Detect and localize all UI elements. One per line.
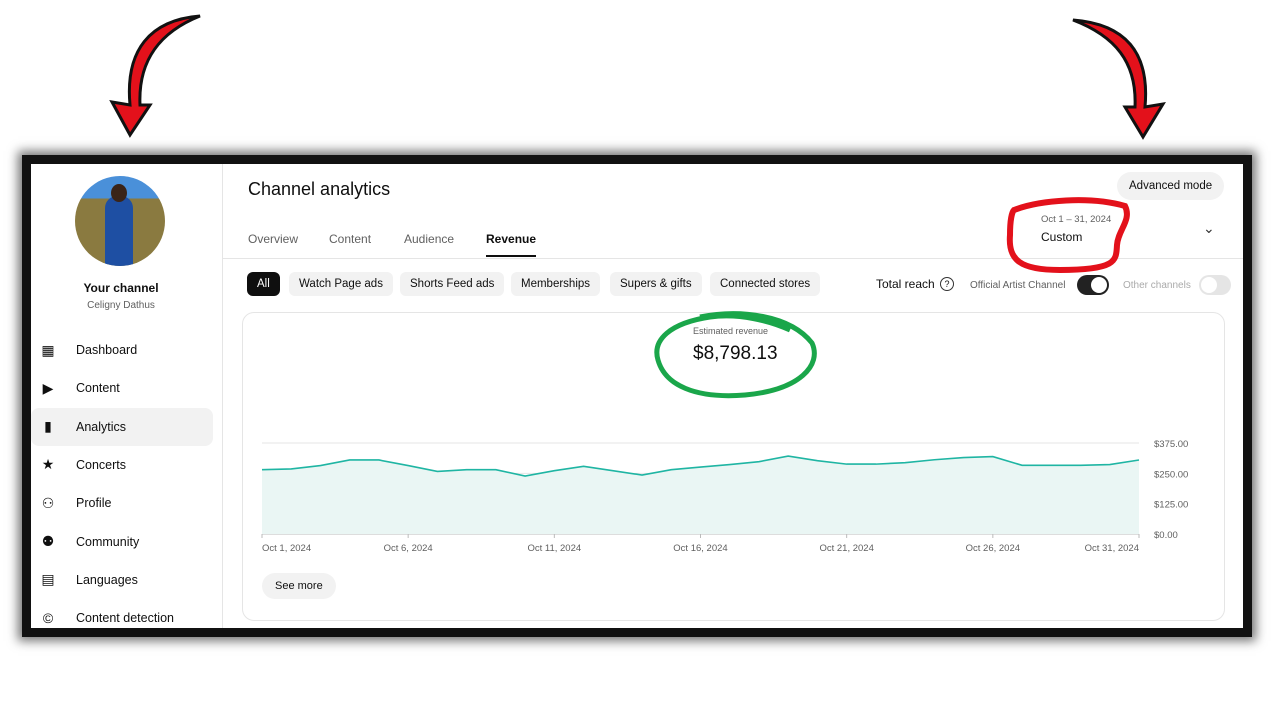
sidebar-item-label: Concerts xyxy=(76,457,127,472)
filter-chip[interactable]: Connected stores xyxy=(710,272,821,296)
avatar[interactable] xyxy=(75,176,165,266)
dashboard-icon: ▦ xyxy=(41,341,55,358)
x-tick-label: Oct 1, 2024 xyxy=(262,543,311,554)
y-tick-label: $125.00 xyxy=(1154,500,1188,511)
help-icon[interactable]: ? xyxy=(940,277,954,291)
revenue-chart: $375.00 $250.00 $125.00 $0.00 Oct 1, 2024 Oct… xyxy=(261,439,1188,554)
sidebar: Your channel Celigny Dathus ▦ Dashboard ▶ C… xyxy=(31,164,223,628)
x-tick-label: Oct 26, 2024 xyxy=(966,543,1020,554)
x-tick-label: Oct 21, 2024 xyxy=(819,543,873,554)
tab-content[interactable]: Content xyxy=(329,232,371,246)
red-arrow-right xyxy=(1072,18,1166,140)
tab-overview[interactable]: Overview xyxy=(248,232,298,246)
filter-chip[interactable]: Supers & gifts xyxy=(610,272,702,296)
analytics-icon: ▮ xyxy=(44,418,52,435)
see-more-button[interactable]: See more xyxy=(262,573,336,599)
sidebar-item-label: Dashboard xyxy=(76,343,138,357)
subtitles-icon: ▤ xyxy=(41,571,55,588)
people-icon: ⚉ xyxy=(41,533,55,549)
y-tick-label: $375.00 xyxy=(1154,439,1188,450)
sidebar-item-languages[interactable]: ▤ Languages xyxy=(31,561,213,599)
sidebar-item-profile[interactable]: ⚇ Profile xyxy=(31,484,213,522)
other-channels-label: Other channels xyxy=(1123,280,1191,291)
sidebar-item-concerts[interactable]: ★ Concerts xyxy=(31,446,213,484)
sidebar-item-label: Community xyxy=(76,534,140,549)
sidebar-item-community[interactable]: ⚉ Community xyxy=(31,523,213,561)
filter-chip[interactable]: Memberships xyxy=(511,272,601,296)
sidebar-item-analytics[interactable]: ▮ Analytics xyxy=(31,407,213,446)
sidebar-item-label: Profile xyxy=(76,496,112,511)
tab-revenue[interactable]: Revenue xyxy=(486,232,537,257)
y-tick-label: $0.00 xyxy=(1154,530,1178,541)
page-title: Channel analytics xyxy=(248,179,391,199)
sidebar-item-dashboard[interactable]: ▦ Dashboard xyxy=(31,331,213,369)
y-tick-label: $250.00 xyxy=(1154,469,1188,480)
total-reach-label: Total reach xyxy=(876,277,935,291)
x-tick-label: Oct 11, 2024 xyxy=(527,543,581,554)
official-artist-label: Official Artist Channel xyxy=(970,280,1066,291)
filter-chip[interactable]: Watch Page ads xyxy=(289,272,393,296)
filter-chip[interactable]: Shorts Feed ads xyxy=(400,272,505,296)
sidebar-item-label: Languages xyxy=(76,572,138,587)
sidebar-item-label: Content detection xyxy=(76,611,174,626)
green-circle-annotation xyxy=(654,311,817,399)
x-tick-label: Oct 31, 2024 xyxy=(1085,543,1139,554)
chevron-down-icon[interactable]: ⌄ xyxy=(1203,220,1215,237)
sidebar-item-content[interactable]: ▶ Content xyxy=(31,369,213,407)
tab-audience[interactable]: Audience xyxy=(404,232,454,246)
x-tick-label: Oct 6, 2024 xyxy=(384,543,433,554)
sidebar-item-label: Analytics xyxy=(76,419,127,434)
content-icon: ▶ xyxy=(42,379,54,396)
filter-chip[interactable]: All xyxy=(247,272,280,296)
your-channel-label: Your channel xyxy=(83,281,159,295)
red-circle-annotation xyxy=(1006,197,1130,274)
sidebar-item-label: Content xyxy=(76,381,120,396)
channel-name: Celigny Dathus xyxy=(87,300,155,311)
other-channels-toggle[interactable] xyxy=(1199,275,1231,295)
x-tick-label: Oct 16, 2024 xyxy=(673,543,727,554)
sidebar-item-content-detection[interactable]: © Content detection xyxy=(31,599,213,637)
ticket-icon: ★ xyxy=(41,456,55,473)
copyright-icon: © xyxy=(42,610,54,627)
person-icon: ⚇ xyxy=(41,494,55,511)
red-arrow-left xyxy=(109,14,201,138)
